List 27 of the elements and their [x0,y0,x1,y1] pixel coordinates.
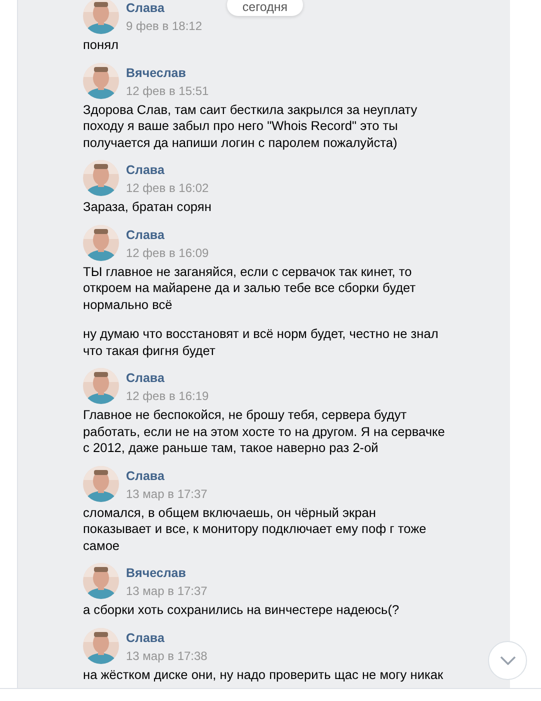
message-text: Зараза, братан сорян [83,199,212,216]
message-time[interactable]: 13 мар в 17:38 [126,648,208,662]
author-name[interactable]: Слава [126,371,209,385]
message-text: на жёстком диске они, ну надо проверить щас не могу никак [83,666,444,683]
author-name[interactable]: Слава [126,468,208,482]
message-text: сломался, в общем включаешь, он чёрный экран показывает и все, к монитору подключает ему поф г тоже самое [83,504,426,554]
date-pill: сегодня [227,0,303,16]
message-text: Главное не беспокойся, не брошу тебя, сервера будут работать, если не на этом хосте то на другом. Я на сервачке с 2012, даже раньше там, такое наверно раз 2-ой [83,407,445,456]
message-text: ТЫ главное не заганяйся, если с сервачок так кинет, то откроем на майарене да и залью тебе все сборки будет нормально всё [83,264,416,313]
author-name[interactable]: Вячеслав [126,66,209,80]
author-name[interactable]: Слава [126,630,208,644]
author-name[interactable]: Слава [126,163,209,177]
message-time[interactable]: 13 мар в 17:37 [126,486,208,500]
message-time[interactable]: 12 фев в 16:19 [126,389,209,403]
author-name[interactable]: Слава [126,228,209,242]
message-time[interactable]: 12 фев в 16:02 [126,181,209,195]
message-time[interactable]: 12 фев в 16:09 [126,246,209,260]
message-text: а сборки хоть сохранились на винчестере надеюсь(? [83,602,400,618]
message-text: понял [83,37,119,54]
message-time[interactable]: 12 фев в 15:51 [126,84,209,98]
message-text: ну думаю что восстановят и всё норм будет, честно не знал что такая фигня будет [83,326,438,359]
message-time[interactable]: 13 мар в 17:37 [126,584,208,598]
author-name[interactable]: Вячеслав [126,566,208,580]
author-name[interactable]: Слава [126,1,202,15]
chevron-down-icon [500,656,516,665]
message-text: Здорова Слав, там саит бесткила закрылся за неуплату походу я ваше забыл про него "Whois Record" это ты получается да напиши логин с паролем пожалуйста) [83,102,418,151]
message-time[interactable]: 9 фев в 18:12 [126,19,202,33]
